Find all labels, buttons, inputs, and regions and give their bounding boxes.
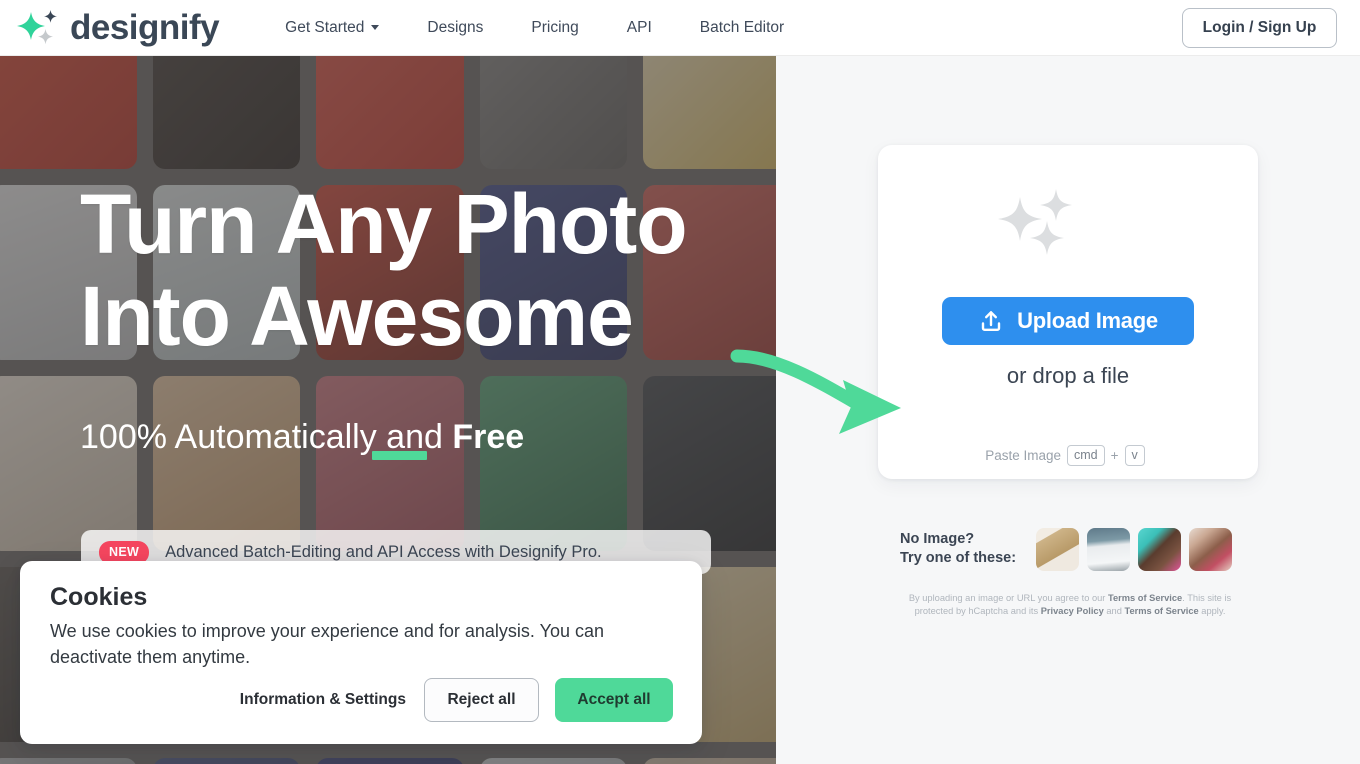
sparkles-icon xyxy=(990,183,1090,263)
main-nav: Get Started Designs Pricing API Batch Ed… xyxy=(285,19,784,37)
sample-images-section: No Image? Try one of these: xyxy=(900,524,1246,574)
legal-part-3: and xyxy=(1103,606,1125,617)
sample-label-line-2: Try one of these: xyxy=(900,550,1017,566)
nav-item-label: Batch Editor xyxy=(699,18,785,36)
chevron-down-icon xyxy=(371,25,380,30)
sample-product-can-thumbnail[interactable] xyxy=(1036,527,1079,571)
legal-disclaimer: By uploading an image or URL you agree t… xyxy=(900,592,1240,619)
sample-label-line-1: No Image? xyxy=(900,530,975,547)
terms-of-service-link[interactable]: Terms of Service xyxy=(1108,593,1182,603)
cookie-banner-body: We use cookies to improve your experienc… xyxy=(50,621,604,667)
subheadline-emphasis: Free xyxy=(452,418,525,456)
sample-images-label: No Image? Try one of these: xyxy=(900,530,1030,568)
page-root: designify Get Started Designs Pricing AP… xyxy=(0,0,1360,764)
logo[interactable]: designify xyxy=(16,8,220,48)
drop-a-file-text: or drop a file xyxy=(1006,363,1130,388)
information-and-settings-button[interactable]: Information & Settings xyxy=(240,691,406,709)
nav-item-get-started[interactable]: Get Started xyxy=(285,18,380,37)
cookie-banner-title: Cookies xyxy=(50,583,148,611)
upload-image-button[interactable]: Upload Image xyxy=(942,297,1194,345)
nav-item-label: Pricing xyxy=(531,18,579,36)
legal-part-1: By uploading an image or URL you agree t… xyxy=(908,593,1108,603)
nav-item-label: Get Started xyxy=(285,18,365,36)
cookie-banner-actions: Information & Settings Reject all Accept… xyxy=(50,678,673,722)
logo-text: designify xyxy=(70,8,220,47)
reject-all-button[interactable]: Reject all xyxy=(424,678,539,722)
paste-shortcut-row: Paste Image cmd + v xyxy=(878,445,1258,466)
curved-green-arrow-icon xyxy=(725,348,915,438)
nav-item-label: API xyxy=(626,18,652,36)
sample-thumbnail-list xyxy=(1036,527,1232,571)
page-title: Turn Any Photo Into Awesome xyxy=(80,178,760,363)
kbd-cmd: cmd xyxy=(1067,445,1105,466)
nav-item-designs[interactable]: Designs xyxy=(427,19,483,37)
nav-item-batch-editor[interactable]: Batch Editor xyxy=(700,19,784,37)
sample-man-portrait-thumbnail[interactable] xyxy=(1138,527,1181,571)
legal-part-4: apply. xyxy=(1198,606,1226,617)
sample-woman-portrait-thumbnail[interactable] xyxy=(1189,527,1232,571)
nav-item-label: Designs xyxy=(427,18,484,36)
accept-all-button[interactable]: Accept all xyxy=(555,678,673,722)
cookie-consent-banner: Cookies We use cookies to improve your e… xyxy=(20,561,702,744)
nav-item-pricing[interactable]: Pricing xyxy=(531,19,578,37)
site-header: designify Get Started Designs Pricing AP… xyxy=(0,0,1360,56)
kbd-plus: + xyxy=(1110,448,1119,463)
upload-dropzone-card[interactable]: Upload Image or drop a file Paste Image … xyxy=(878,145,1258,479)
privacy-policy-link[interactable]: Privacy Policy xyxy=(1041,606,1104,616)
free-underline-bar xyxy=(372,451,427,460)
hero-subheadline: 100% Automatically and Free xyxy=(80,418,524,457)
sample-white-car-thumbnail[interactable] xyxy=(1087,527,1130,571)
login-signup-button[interactable]: Login / Sign Up xyxy=(1182,8,1337,48)
nav-item-api[interactable]: API xyxy=(627,19,652,37)
paste-image-label: Paste Image xyxy=(985,448,1062,463)
terms-of-service-link-2[interactable]: Terms of Service xyxy=(1124,606,1198,616)
sparkle-diamond-logo-icon xyxy=(16,8,62,48)
headline-line-2: Into Awesome xyxy=(80,269,634,364)
upload-image-button-label: Upload Image xyxy=(1017,308,1158,333)
headline-line-1: Turn Any Photo xyxy=(80,177,688,271)
promo-banner-text: Advanced Batch-Editing and API Access wi… xyxy=(165,542,602,561)
kbd-v: v xyxy=(1124,445,1145,466)
upload-tray-icon xyxy=(978,308,1004,334)
